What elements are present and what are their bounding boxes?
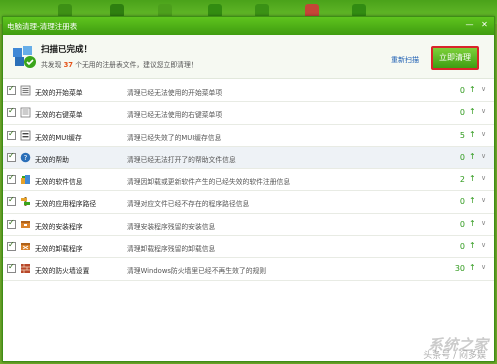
- item-name: 无效的软件信息: [35, 178, 83, 187]
- arrow-up-icon: ↑: [469, 151, 476, 161]
- item-checkbox[interactable]: [7, 195, 16, 207]
- item-checkbox[interactable]: [7, 106, 16, 118]
- item-name: 无效的MUI缓存: [35, 133, 82, 142]
- arrow-up-icon: ↑: [469, 263, 476, 273]
- item-name: 无效的帮助: [35, 155, 69, 164]
- item-checkbox[interactable]: [7, 262, 16, 274]
- item-description: 清理已经失效了的MUI缓存信息: [127, 133, 222, 142]
- summary-prefix: 共发现: [41, 61, 62, 69]
- summary-suffix: 个无用的注册表文件，建议您立即清理！: [75, 61, 198, 69]
- list-item[interactable]: ? 无效的帮助 清理已经无法打开了的帮助文件信息 0 ↑ ∨: [3, 146, 494, 170]
- item-name: 无效的防火墙设置: [35, 267, 90, 276]
- arrow-up-icon: ↑: [469, 218, 476, 228]
- scan-summary: 共发现 37 个无用的注册表文件，建议您立即清理！: [41, 59, 198, 69]
- arrow-up-icon: ↑: [469, 196, 476, 206]
- registry-clean-dialog: 电脑清理-清理注册表 — ✕ 扫描已完成！ 共发现 37 个无用的注册表文件，建…: [2, 16, 495, 362]
- app-path-icon: [21, 197, 30, 207]
- item-name: 无效的安装程序: [35, 222, 83, 231]
- item-name: 无效的卸载程序: [35, 245, 83, 254]
- arrow-up-icon: ↑: [469, 129, 476, 139]
- item-checkbox[interactable]: [7, 84, 16, 95]
- item-description: 清理因卸载或更新软件产生的已经失效的软件注册信息: [127, 178, 291, 187]
- arrow-up-icon: ↑: [469, 241, 476, 251]
- item-description: 清理Windows防火墙里已经不再生效了的规则: [127, 267, 267, 276]
- chevron-down-icon[interactable]: ∨: [481, 152, 486, 160]
- list-item[interactable]: 无效的右键菜单 清理已经无法使用的右键菜单项 0 ↑ ∨: [3, 102, 494, 125]
- software-info-icon: [21, 175, 30, 185]
- item-checkbox[interactable]: [7, 151, 16, 162]
- chevron-down-icon[interactable]: ∨: [481, 107, 486, 115]
- item-count: 5: [459, 130, 465, 140]
- item-description: 清理安装程序残留的安装信息: [127, 222, 216, 231]
- list-item[interactable]: 无效的开始菜单 清理已经无法使用的开始菜单项 0 ↑ ∨: [3, 80, 494, 103]
- item-count: 0: [459, 86, 465, 95]
- context-menu-icon: [20, 107, 31, 118]
- mui-cache-icon: [20, 130, 31, 140]
- list-item[interactable]: 无效的卸载程序 清理卸载程序残留的卸载信息 0 ↑ ∨: [3, 236, 494, 259]
- arrow-up-icon: ↑: [469, 107, 476, 117]
- list-item[interactable]: 无效的应用程序路径 清理对应文件已经不存在的程序路径信息 0 ↑ ∨: [3, 191, 494, 214]
- registry-cubes-icon: [13, 46, 36, 68]
- close-icon[interactable]: ✕: [478, 19, 491, 31]
- chevron-down-icon[interactable]: ∨: [481, 85, 486, 93]
- list-item[interactable]: 无效的软件信息 清理因卸载或更新软件产生的已经失效的软件注册信息 2 ↑ ∨: [3, 169, 494, 192]
- item-count: 0: [459, 219, 465, 229]
- uninstaller-icon: [21, 243, 30, 251]
- item-count: 0: [459, 108, 465, 118]
- item-checkbox[interactable]: [7, 240, 16, 252]
- installer-icon: [21, 220, 30, 228]
- item-name: 无效的应用程序路径: [35, 200, 97, 209]
- list-item[interactable]: 无效的MUI缓存 清理已经失效了的MUI缓存信息 5 ↑ ∨: [3, 125, 494, 147]
- item-count: 2: [459, 175, 465, 185]
- item-name: 无效的开始菜单: [35, 89, 83, 97]
- help-icon: ?: [20, 152, 31, 163]
- item-description: 清理已经无法使用的右键菜单项: [127, 111, 223, 120]
- minimize-icon[interactable]: —: [463, 19, 476, 31]
- scan-complete-title: 扫描已完成！: [41, 45, 93, 55]
- arrow-up-icon: ↑: [469, 174, 476, 184]
- item-count: 0: [459, 242, 465, 252]
- clean-now-button[interactable]: 立即清理: [431, 46, 479, 70]
- chevron-down-icon[interactable]: ∨: [481, 196, 486, 204]
- dialog-titlebar[interactable]: 电脑清理-清理注册表 — ✕: [3, 17, 494, 35]
- list-item[interactable]: 无效的防火墙设置 清理Windows防火墙里已经不再生效了的规则 30 ↑ ∨: [3, 258, 494, 281]
- item-description: 清理已经无法使用的开始菜单项: [127, 89, 223, 97]
- dialog-title: 电脑清理-清理注册表: [7, 22, 78, 31]
- item-name: 无效的右键菜单: [35, 111, 83, 120]
- item-checkbox[interactable]: [7, 218, 16, 229]
- chevron-down-icon[interactable]: ∨: [481, 219, 486, 227]
- item-description: 清理卸载程序残留的卸载信息: [127, 245, 216, 254]
- watermark-caption: 头条号 / 闷多娱: [423, 351, 486, 361]
- item-count: 30: [454, 264, 465, 274]
- item-checkbox[interactable]: [7, 129, 16, 140]
- chevron-down-icon[interactable]: ∨: [481, 241, 486, 249]
- chevron-down-icon[interactable]: ∨: [481, 130, 486, 138]
- item-description: 清理对应文件已经不存在的程序路径信息: [127, 200, 250, 209]
- rescan-link[interactable]: 重新扫描: [391, 55, 419, 65]
- chevron-down-icon[interactable]: ∨: [481, 263, 486, 271]
- item-checkbox[interactable]: [7, 173, 16, 185]
- item-description: 清理已经无法打开了的帮助文件信息: [127, 155, 236, 164]
- item-count: 0: [459, 152, 465, 162]
- registry-item-list: 无效的开始菜单 清理已经无法使用的开始菜单项 0 ↑ ∨ 无效的右键菜单 清理已…: [3, 80, 494, 281]
- list-item[interactable]: 无效的安装程序 清理安装程序残留的安装信息 0 ↑ ∨: [3, 214, 494, 237]
- item-count: 0: [459, 197, 465, 207]
- chevron-down-icon[interactable]: ∨: [481, 174, 486, 182]
- svg-text:?: ?: [24, 154, 28, 162]
- arrow-up-icon: ↑: [469, 85, 476, 94]
- firewall-icon: [21, 264, 30, 274]
- scan-result-header: 扫描已完成！ 共发现 37 个无用的注册表文件，建议您立即清理！ 重新扫描 立即…: [3, 35, 494, 79]
- start-menu-icon: [20, 85, 31, 96]
- found-count: 37: [63, 61, 74, 69]
